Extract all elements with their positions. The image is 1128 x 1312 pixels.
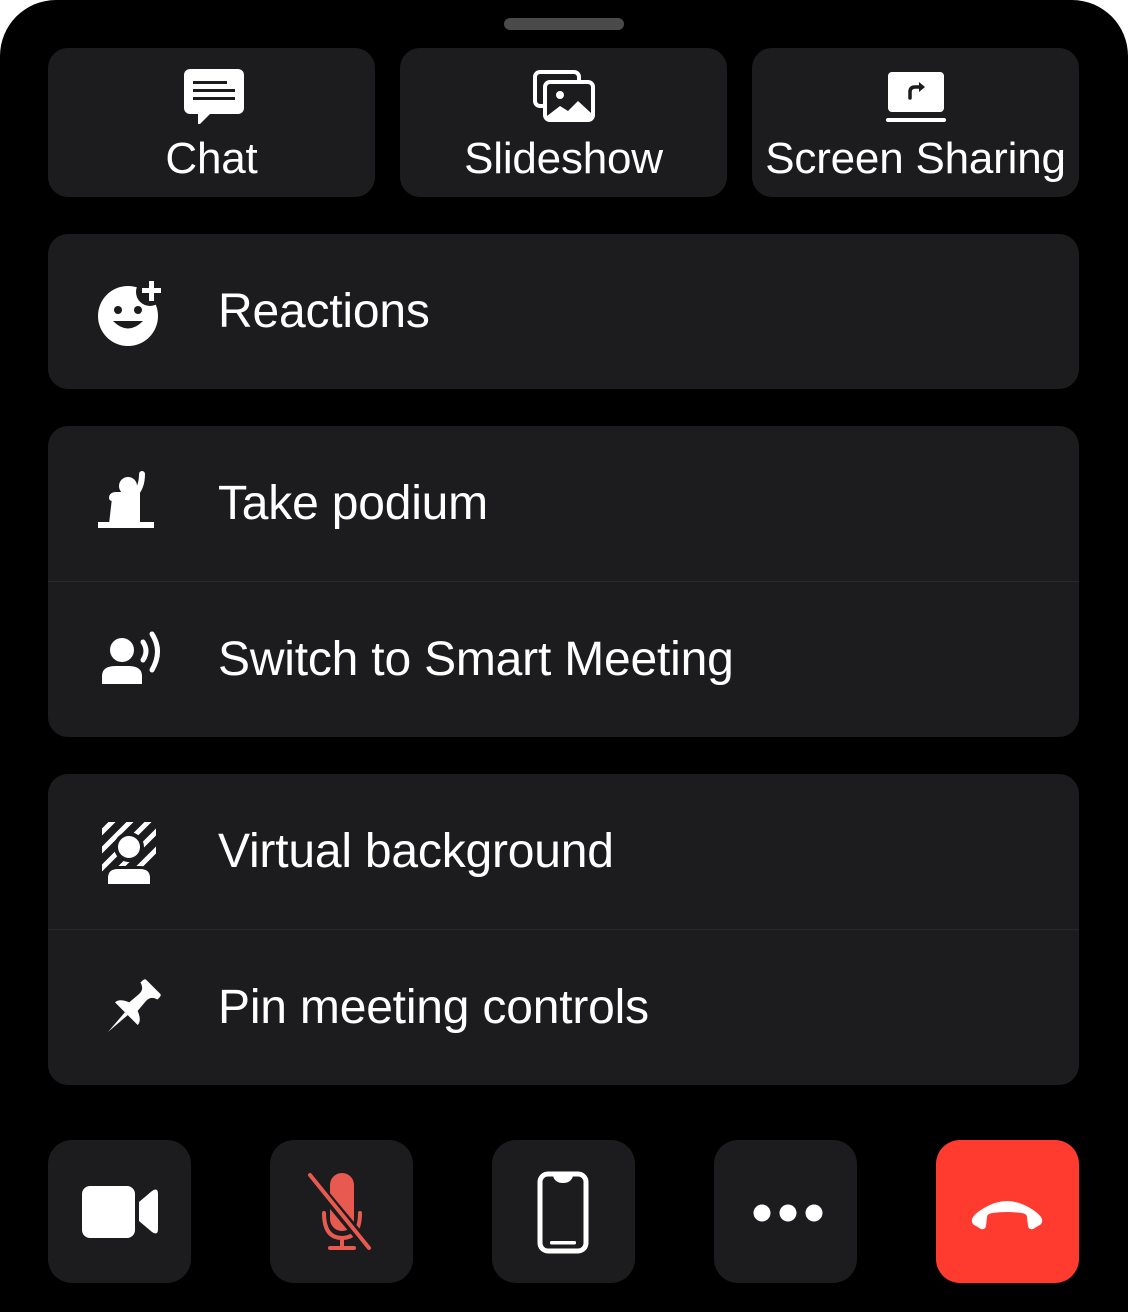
reactions-label: Reactions xyxy=(218,284,430,338)
pin-meeting-controls-item[interactable]: Pin meeting controls xyxy=(48,929,1079,1085)
reactions-item[interactable]: Reactions xyxy=(48,234,1079,389)
virtual-background-label: Virtual background xyxy=(218,824,614,878)
take-podium-label: Take podium xyxy=(218,476,488,530)
hang-up-icon xyxy=(971,1201,1043,1230)
chat-button[interactable]: Chat xyxy=(48,48,375,197)
mic-muted-icon xyxy=(306,1173,373,1252)
more-options-button[interactable] xyxy=(714,1140,857,1283)
screen-share-icon xyxy=(885,72,946,122)
photos-icon xyxy=(532,70,595,122)
presentation-group: Take podium Switch to Smart Meeting xyxy=(48,426,1079,737)
take-podium-item[interactable]: Take podium xyxy=(48,426,1079,581)
view-settings-group: Virtual background Pin meeting controls xyxy=(48,774,1079,1085)
device-switch-button[interactable] xyxy=(492,1140,635,1283)
camera-toggle-button[interactable] xyxy=(48,1140,191,1283)
microphone-toggle-button[interactable] xyxy=(270,1140,413,1283)
reactions-group: Reactions xyxy=(48,234,1079,389)
meeting-controls-sheet: Chat Slideshow Screen Sharing Reactions … xyxy=(0,0,1128,1312)
pin-icon xyxy=(107,978,161,1032)
raise-hand-podium-icon xyxy=(98,470,154,528)
virtual-background-item[interactable]: Virtual background xyxy=(48,774,1079,929)
pin-meeting-controls-label: Pin meeting controls xyxy=(218,980,649,1034)
screen-sharing-button[interactable]: Screen Sharing xyxy=(752,48,1079,197)
slideshow-label: Slideshow xyxy=(464,134,663,183)
phone-icon xyxy=(537,1171,589,1254)
switch-smart-meeting-label: Switch to Smart Meeting xyxy=(218,632,734,686)
virtual-background-icon xyxy=(102,821,156,886)
screen-sharing-label: Screen Sharing xyxy=(765,134,1066,183)
end-call-button[interactable] xyxy=(936,1140,1079,1283)
drag-handle[interactable] xyxy=(504,18,624,30)
video-camera-icon xyxy=(82,1186,158,1238)
slideshow-button[interactable]: Slideshow xyxy=(400,48,727,197)
switch-smart-meeting-item[interactable]: Switch to Smart Meeting xyxy=(48,581,1079,737)
person-speaking-icon xyxy=(102,631,160,684)
reaction-add-icon xyxy=(98,277,164,346)
chat-bubble-icon xyxy=(183,69,244,124)
chat-label: Chat xyxy=(165,134,258,183)
more-dots-icon xyxy=(753,1204,823,1222)
